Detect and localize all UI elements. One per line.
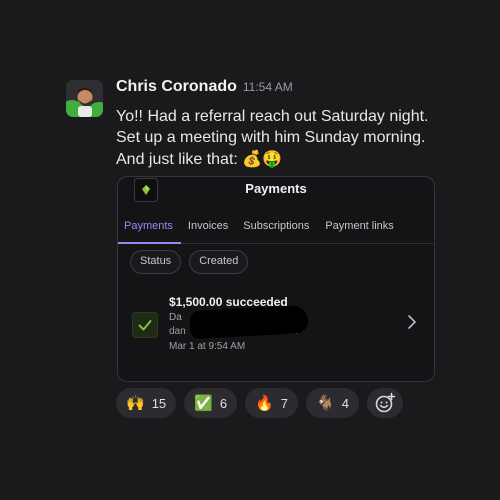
payments-card[interactable]: Payments Payments Invoices Subscriptions… <box>117 176 435 382</box>
reaction-count: 6 <box>219 395 228 411</box>
reaction-bar: 🙌 15 ✅ 6 🔥 7 🐐 4 <box>116 388 403 418</box>
message-timestamp[interactable]: 11:54 AM <box>243 80 293 94</box>
reaction-count: 4 <box>341 395 349 411</box>
reaction-raised-hands[interactable]: 🙌 15 <box>116 388 177 418</box>
avatar[interactable] <box>66 80 103 117</box>
tab-subscriptions[interactable]: Subscriptions <box>243 211 309 243</box>
chevron-right-icon[interactable] <box>405 314 419 330</box>
filter-status-chip[interactable]: Status <box>130 250 182 274</box>
goat-icon: 🐐 <box>316 394 335 412</box>
tab-invoices[interactable]: Invoices <box>188 211 228 243</box>
tab-payment-links[interactable]: Payment links <box>325 211 393 243</box>
email-prefix: dan <box>169 326 186 337</box>
reaction-fire[interactable]: 🔥 7 <box>245 388 298 418</box>
card-title: Payments <box>245 181 307 196</box>
payment-date: Mar 1 at 9:54 AM <box>169 341 246 352</box>
succeeded-check-icon <box>132 312 158 338</box>
reaction-count: 7 <box>280 395 288 411</box>
reaction-goat[interactable]: 🐐 4 <box>306 388 359 418</box>
fire-icon: 🔥 <box>255 394 274 412</box>
message-author[interactable]: Chris Coronado <box>116 78 237 96</box>
reaction-count: 15 <box>151 395 167 411</box>
card-tabs: Payments Invoices Subscriptions Payment … <box>118 211 434 244</box>
raised-hands-icon: 🙌 <box>126 394 145 412</box>
add-emoji-icon <box>375 392 396 413</box>
message-emojis: 💰🤑 <box>242 149 283 168</box>
filter-created-chip[interactable]: Created <box>189 250 249 274</box>
payment-row[interactable]: $1,500.00 succeeded Da danom Mar 1 at 9:… <box>118 289 434 359</box>
filter-bar: Status Created <box>130 250 249 274</box>
check-mark-icon: ✅ <box>194 394 213 412</box>
message-text: Yo!! Had a referral reach out Saturday n… <box>116 106 446 170</box>
add-reaction-button[interactable] <box>366 388 403 418</box>
payment-customer-name: Da <box>169 312 182 323</box>
reaction-check-mark[interactable]: ✅ 6 <box>184 388 238 418</box>
tab-payments[interactable]: Payments <box>118 211 181 244</box>
